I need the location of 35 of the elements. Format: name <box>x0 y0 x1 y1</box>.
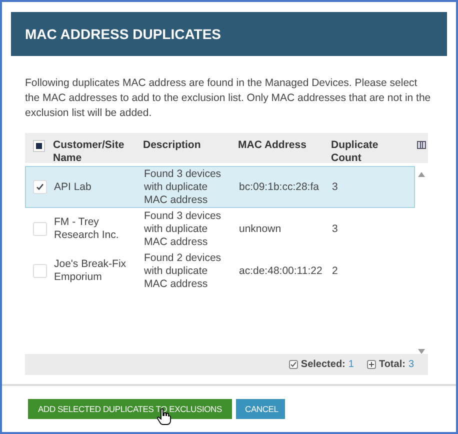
table-row[interactable]: Joe's Break-Fix Emporium Found 2 devices with duplicate MAC address ac:de:48:00:11:22 2 <box>25 250 415 292</box>
plus-box-icon <box>366 360 376 369</box>
selected-label: Selected: <box>300 359 346 370</box>
table-cell-text: 3 <box>332 222 339 236</box>
table-cell-text: Found 2 devices with duplicate MAC address <box>144 252 222 290</box>
checkbox-icon <box>288 360 298 369</box>
table-row[interactable]: FM - Trey Research Inc. Found 3 devices with duplicate MAC address unknown 3 <box>25 208 415 250</box>
row-checkbox[interactable] <box>33 222 47 236</box>
table-cell-text: API Lab <box>54 180 92 194</box>
message-text: Following duplicates MAC address are found in the Managed Devices. Please select the MAC addresses to add to the exclusion list. Only MAC addresses that are not in the exclusion list will be added. <box>25 76 432 121</box>
column-header[interactable]: MAC Address <box>238 139 331 152</box>
row-checkbox[interactable] <box>33 264 47 278</box>
table-cell-text: FM - Trey Research Inc. <box>54 216 120 242</box>
table-row[interactable]: API Lab Found 3 devices with duplicate MAC address bc:09:1b:cc:28:fa 3 <box>25 166 415 208</box>
column-header[interactable]: Duplicate Count <box>331 139 401 165</box>
table-cell-text: 2 <box>332 264 339 278</box>
table-cell-text: Found 3 devices with duplicate MAC address <box>144 168 222 206</box>
check-icon <box>36 183 44 191</box>
table-cell-text: 3 <box>332 180 339 194</box>
total-label: Total: <box>378 359 406 370</box>
total-count: 3 <box>408 359 414 370</box>
table-cell-text: Joe's Break-Fix Emporium <box>54 258 128 284</box>
column-header[interactable]: Customer/Site Name <box>53 139 143 165</box>
table-cell-text: Found 3 devices with duplicate MAC address <box>144 210 222 248</box>
table-cell-text: bc:09:1b:cc:28:fa <box>239 180 320 194</box>
scroll-up-icon[interactable] <box>418 172 425 177</box>
dialog-title: MAC ADDRESS DUPLICATES <box>25 26 222 42</box>
column-header[interactable]: Description <box>143 139 225 152</box>
selected-count: 1 <box>348 359 354 370</box>
columns-icon[interactable] <box>417 141 426 149</box>
row-checkbox[interactable] <box>33 180 47 194</box>
table-cell-text: ac:de:48:00:11:22 <box>239 264 324 278</box>
table-cell-text: unknown <box>239 222 282 236</box>
select-all-checkbox[interactable] <box>33 140 45 152</box>
hand-cursor-icon <box>157 408 171 425</box>
